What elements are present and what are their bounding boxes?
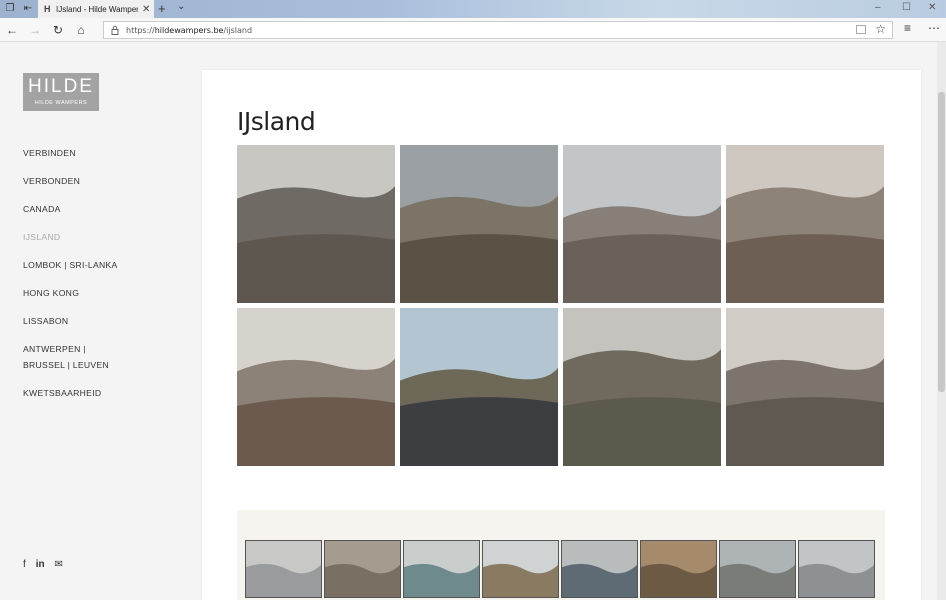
photo-grid [237,145,885,467]
thumbnail[interactable] [324,540,401,598]
gallery-photo[interactable] [726,308,884,466]
mail-icon[interactable]: ✉ [55,559,63,570]
thumbnail[interactable] [403,540,480,598]
thumbnail[interactable] [640,540,717,598]
thumbnail[interactable] [561,540,638,598]
browser-tab-bar: ❐ ⇤ H IJsland - Hilde Wampers ✕ + ⌄ – ☐ … [0,0,946,18]
gallery-panel: IJsland [202,70,921,600]
thumbnail[interactable] [719,540,796,598]
gallery-photo[interactable] [563,308,721,466]
back-icon[interactable]: ← [3,21,21,39]
home-icon[interactable]: ⌂ [72,21,90,39]
gallery-photo[interactable] [237,145,395,303]
favorites-hub-icon[interactable]: ≡ [904,21,911,35]
reading-view-icon[interactable] [856,25,866,34]
browser-nav-bar: ← → ↻ ⌂ https://hildewampers.be/ijsland … [0,18,946,42]
thumbnail[interactable] [482,540,559,598]
favorite-star-icon[interactable]: ☆ [875,22,886,36]
set-tabs-aside-icon[interactable]: ⇤ [21,2,35,16]
menu-item-6[interactable]: LISSABON [23,313,153,329]
site-logo[interactable]: HILDE HILDE WAMPERS [23,73,99,111]
menu-item-3[interactable]: IJSLAND [23,229,153,245]
minimize-icon[interactable]: – [875,2,881,13]
menu-item-7[interactable]: ANTWERPEN | BRUSSEL | LEUVEN [23,341,123,373]
url-text: https://hildewampers.be/ijsland [126,25,253,35]
close-window-icon[interactable]: ✕ [928,2,936,13]
tab-close-icon[interactable]: ✕ [142,4,150,15]
address-bar[interactable]: https://hildewampers.be/ijsland ☆ [103,21,893,39]
scrollbar-thumb[interactable] [938,92,945,392]
gallery-photo[interactable] [237,308,395,466]
site-navigation: VERBINDEN VERBONDEN CANADA IJSLAND LOMBOK | … [23,145,153,413]
maximize-icon[interactable]: ☐ [902,2,911,13]
page-scrollbar[interactable] [937,42,946,600]
menu-item-2[interactable]: CANADA [23,201,153,217]
menu-item-0[interactable]: VERBINDEN [23,145,153,161]
thumbnail[interactable] [798,540,875,598]
page-title: IJsland [237,107,316,136]
lock-icon [111,25,119,35]
forward-icon[interactable]: → [26,21,44,39]
gallery-photo[interactable] [726,145,884,303]
refresh-icon[interactable]: ↻ [49,21,67,39]
social-links: f in ✉ [23,559,63,570]
browser-tab[interactable]: H IJsland - Hilde Wampers ✕ [38,0,154,18]
thumbnail[interactable] [245,540,322,598]
tab-list-chevron-icon[interactable]: ⌄ [177,1,185,12]
gallery-photo[interactable] [563,145,721,303]
menu-item-1[interactable]: VERBONDEN [23,173,153,189]
gallery-photo[interactable] [400,145,558,303]
new-tab-icon[interactable]: + [158,1,166,16]
tab-actions-icon[interactable]: ❐ [3,2,17,16]
menu-item-8[interactable]: KWETSBAARHEID [23,385,153,401]
linkedin-icon[interactable]: in [36,559,45,570]
thumbnail-strip [237,510,885,600]
web-page: HILDE HILDE WAMPERS VERBINDEN VERBONDEN CA… [0,42,937,600]
menu-item-5[interactable]: HONG KONG [23,285,153,301]
facebook-icon[interactable]: f [23,559,26,570]
menu-item-4[interactable]: LOMBOK | SRI-LANKA [23,257,153,273]
more-options-icon[interactable]: ⋯ [928,21,940,35]
tab-favicon: H [44,4,51,14]
gallery-photo[interactable] [400,308,558,466]
tab-title: IJsland - Hilde Wampers [56,4,138,14]
